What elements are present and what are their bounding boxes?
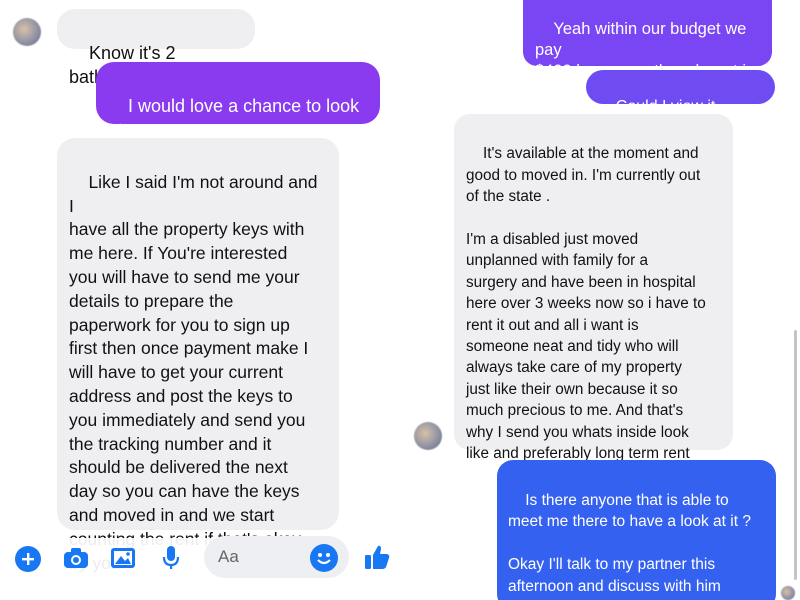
outgoing-message: Is there anyone that is able to meet me … [497,460,776,600]
message-text: It's available at the moment and good to… [466,145,706,463]
left-chat-panel: Know it's 2 bathroom I would love a chan… [0,0,400,600]
contact-avatar[interactable] [414,422,442,450]
outgoing-message: Yeah within our budget we pay $400 here … [523,0,772,101]
right-chat-panel: Yeah within our budget we pay $400 here … [400,0,800,600]
plus-icon[interactable] [15,546,41,572]
image-icon[interactable] [109,545,137,571]
emoji-icon[interactable] [310,544,338,572]
read-receipt-avatar [781,586,795,600]
camera-icon[interactable] [62,545,90,571]
incoming-message: Like I said I'm not around and I have al… [57,138,339,573]
incoming-message: It's available at the moment and good to… [454,114,733,462]
outgoing-message: I would love a chance to look at the pro… [96,62,380,164]
message-text: Is there anyone that is able to meet me … [508,491,751,600]
scrollbar[interactable] [794,330,797,580]
message-text: Like I said I'm not around and I have al… [69,171,318,573]
incoming-message: Know it's 2 bathroom [57,9,255,87]
thumbs-up-icon[interactable] [362,542,392,572]
microphone-icon[interactable] [159,544,183,572]
message-input-placeholder: Aa [218,547,239,566]
contact-avatar[interactable] [13,18,41,46]
outgoing-message: Could I view it please ? [586,70,775,135]
